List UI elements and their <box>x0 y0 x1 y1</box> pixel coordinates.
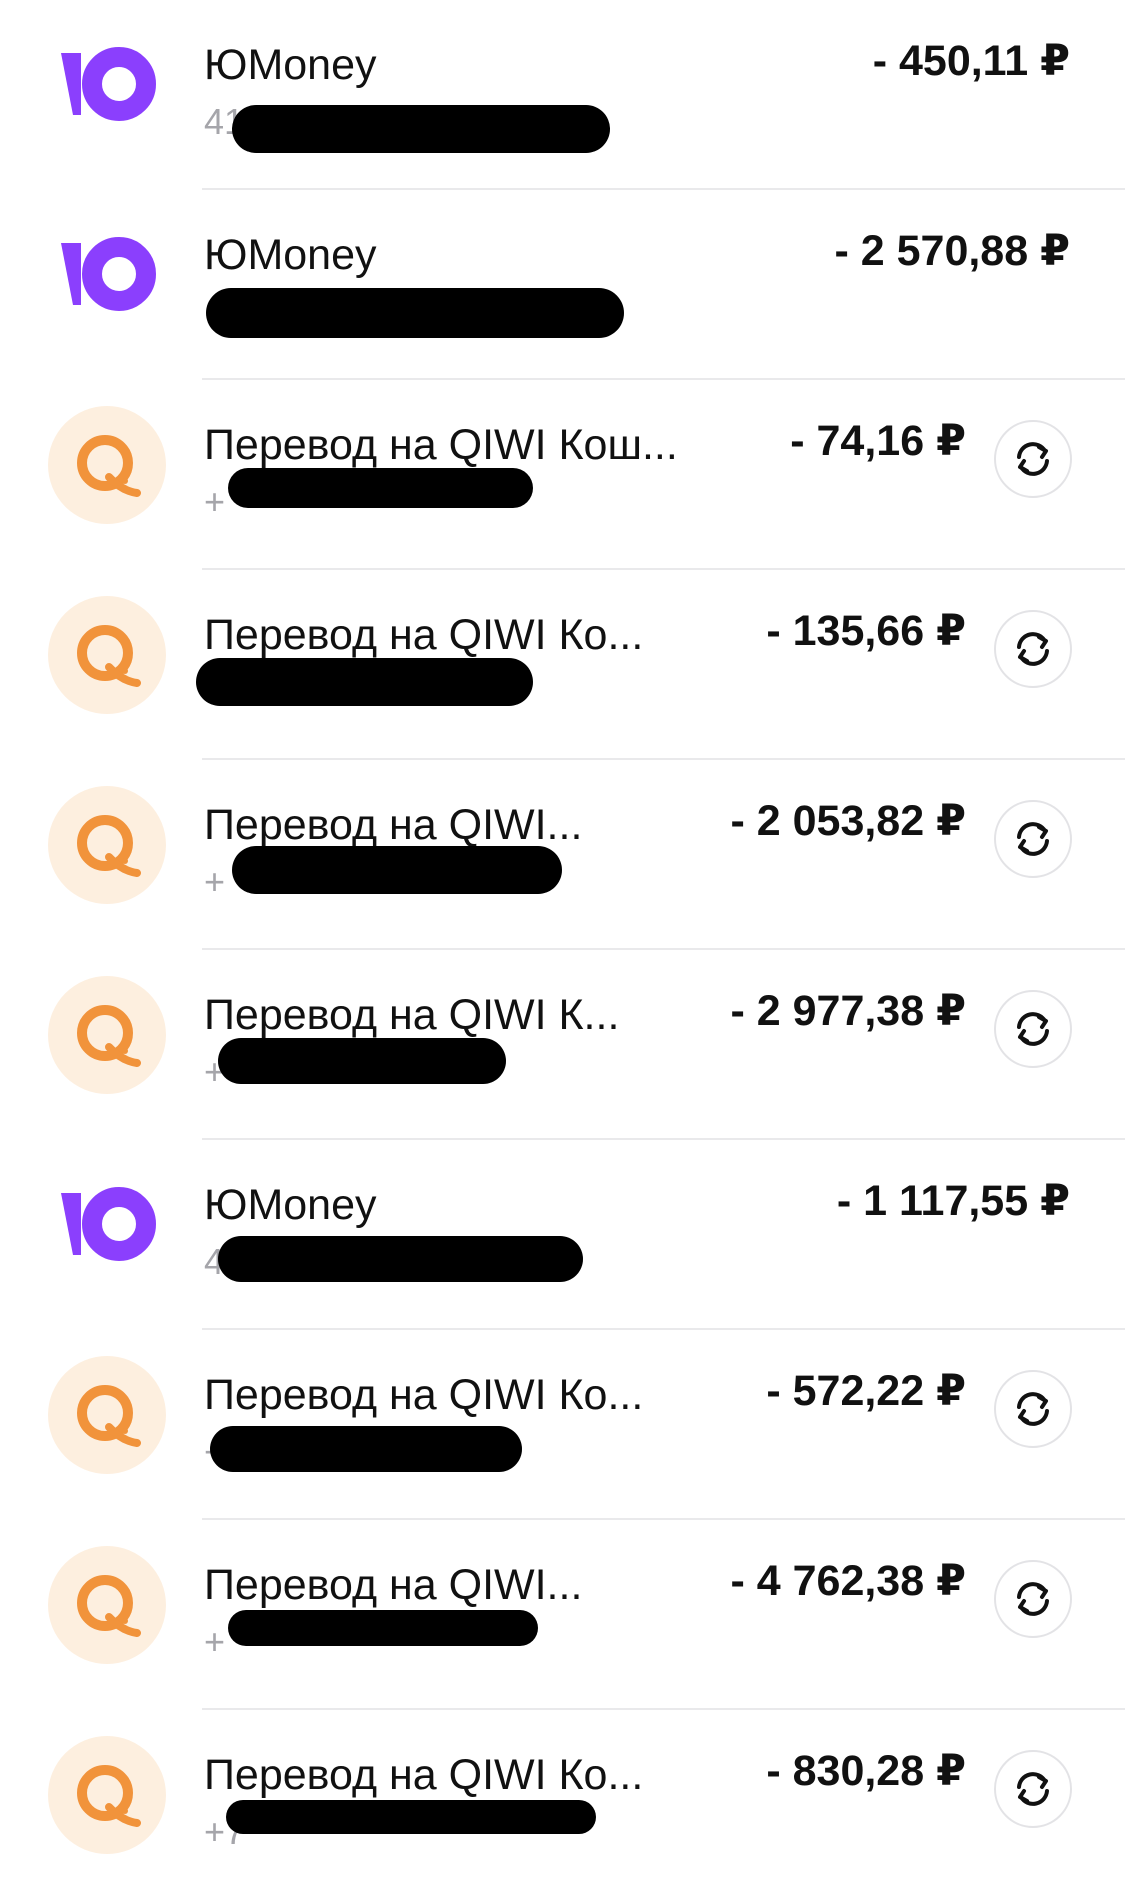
operations-list: ЮMoney 41 - 450,11 ₽ ЮMoney - 2 570,88 ₽… <box>0 0 1125 1900</box>
operation-amount: - 135,66 ₽ <box>766 607 966 655</box>
operation-row[interactable]: Перевод на QIWI К... + - 2 977,38 ₽ <box>0 950 1125 1140</box>
repeat-button[interactable] <box>994 800 1072 878</box>
qiwi-logo-icon <box>48 786 166 904</box>
redaction-mark <box>228 468 533 508</box>
repeat-icon <box>1017 1392 1049 1426</box>
operation-row[interactable]: Перевод на QIWI... + - 4 762,38 ₽ <box>0 1520 1125 1710</box>
operation-amount: - 830,28 ₽ <box>766 1747 966 1795</box>
redaction-mark <box>218 1038 506 1084</box>
qiwi-logo-icon <box>48 1546 166 1664</box>
operation-title: Перевод на QIWI... <box>204 801 583 849</box>
repeat-button[interactable] <box>994 420 1072 498</box>
operation-title: ЮMoney <box>204 231 377 279</box>
operation-amount: - 450,11 ₽ <box>872 37 1070 85</box>
repeat-icon <box>1017 1772 1049 1806</box>
repeat-icon <box>1017 442 1049 476</box>
repeat-icon <box>1017 822 1049 856</box>
operation-subtitle: + <box>204 1621 226 1662</box>
redaction-mark <box>206 288 624 338</box>
operation-subtitle: + <box>204 861 226 902</box>
operation-amount: - 4 762,38 ₽ <box>730 1557 966 1605</box>
repeat-button[interactable] <box>994 1560 1072 1638</box>
operation-amount: - 74,16 ₽ <box>790 417 966 465</box>
redaction-mark <box>226 1800 596 1834</box>
repeat-icon <box>1017 1582 1049 1616</box>
operation-title: Перевод на QIWI... <box>204 1561 583 1609</box>
qiwi-logo-icon <box>48 406 166 524</box>
redaction-mark <box>232 846 562 894</box>
operation-title: ЮMoney <box>204 41 377 89</box>
operation-title: Перевод на QIWI Ко... <box>204 1751 644 1799</box>
repeat-button[interactable] <box>994 1370 1072 1448</box>
operation-row[interactable]: Перевод на QIWI Ко... + - 135,66 ₽ <box>0 570 1125 760</box>
operation-amount: - 572,22 ₽ <box>766 1367 966 1415</box>
operation-amount: - 2 977,38 ₽ <box>730 987 966 1035</box>
operation-row[interactable]: ЮMoney 4 - 1 117,55 ₽ <box>0 1140 1125 1330</box>
qiwi-logo-icon <box>48 596 166 714</box>
operation-amount: - 2 570,88 ₽ <box>834 227 1070 275</box>
operation-row[interactable]: Перевод на QIWI Ко... + - 572,22 ₽ <box>0 1330 1125 1520</box>
operation-title: Перевод на QIWI Ко... <box>204 1371 644 1419</box>
redaction-mark <box>210 1426 522 1472</box>
repeat-button[interactable] <box>994 1750 1072 1828</box>
redaction-mark <box>218 1236 583 1282</box>
operation-title: Перевод на QIWI Ко... <box>204 611 644 659</box>
redaction-mark <box>232 105 610 153</box>
repeat-button[interactable] <box>994 990 1072 1068</box>
operation-amount: - 1 117,55 ₽ <box>836 1177 1070 1225</box>
redaction-mark <box>196 658 533 706</box>
yoomoney-logo-icon <box>48 1166 166 1284</box>
operation-title: Перевод на QIWI Кош... <box>204 421 678 469</box>
qiwi-logo-icon <box>48 976 166 1094</box>
qiwi-logo-icon <box>48 1736 166 1854</box>
operation-row[interactable]: Перевод на QIWI Ко... +7 - 830,28 ₽ <box>0 1710 1125 1900</box>
operation-row[interactable]: Перевод на QIWI Кош... + - 74,16 ₽ <box>0 380 1125 570</box>
repeat-icon <box>1017 1012 1049 1046</box>
operation-title: Перевод на QIWI К... <box>204 991 620 1039</box>
qiwi-logo-icon <box>48 1356 166 1474</box>
operation-amount: - 2 053,82 ₽ <box>730 797 966 845</box>
repeat-button[interactable] <box>994 610 1072 688</box>
operation-row[interactable]: Перевод на QIWI... + - 2 053,82 ₽ <box>0 760 1125 950</box>
operation-subtitle: + <box>204 481 226 522</box>
operation-row[interactable]: ЮMoney - 2 570,88 ₽ <box>0 190 1125 380</box>
redaction-mark <box>228 1610 538 1646</box>
repeat-icon <box>1017 632 1049 666</box>
operation-title: ЮMoney <box>204 1181 377 1229</box>
operation-row[interactable]: ЮMoney 41 - 450,11 ₽ <box>0 0 1125 190</box>
yoomoney-logo-icon <box>48 216 166 334</box>
yoomoney-logo-icon <box>48 26 166 144</box>
